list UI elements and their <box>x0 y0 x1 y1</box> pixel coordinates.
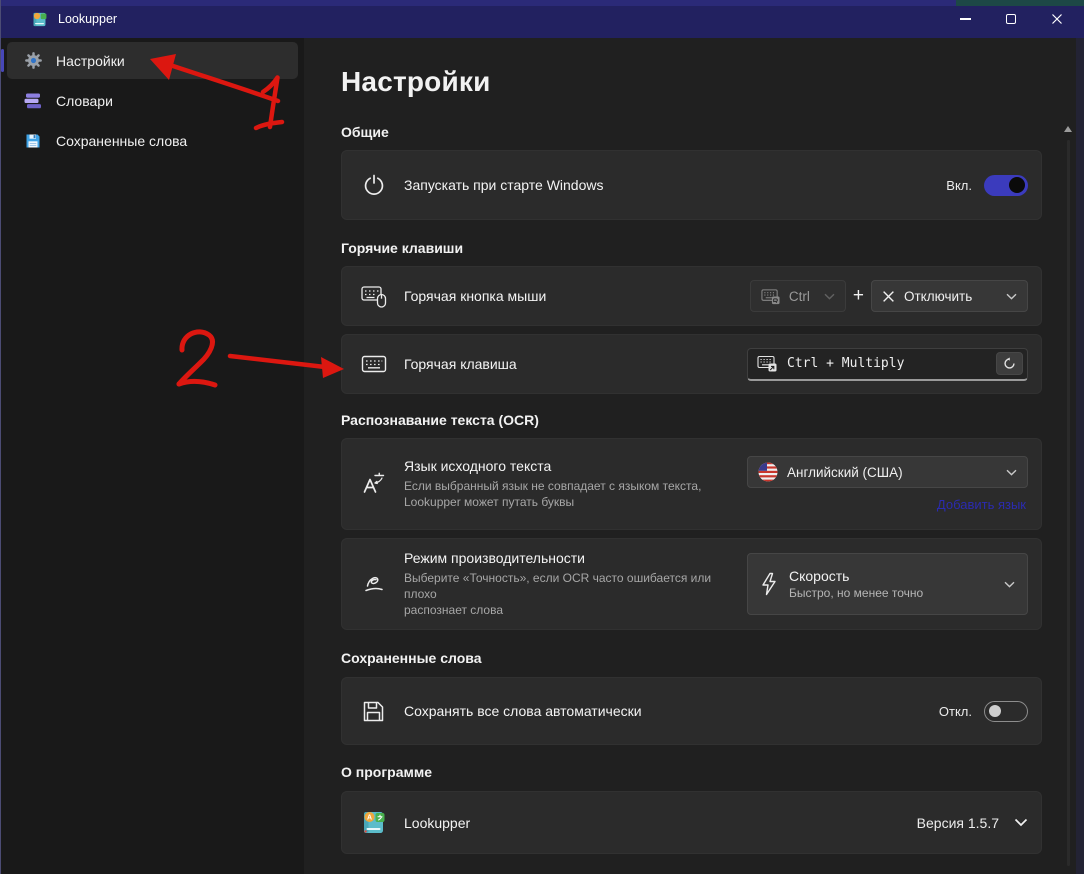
lightning-icon <box>760 572 778 596</box>
setting-label: Язык исходного текста <box>404 458 701 474</box>
background-strip <box>1 0 956 6</box>
performance-icon <box>360 572 387 596</box>
keyboard-input-icon <box>757 355 777 372</box>
sidebar: Настройки Словари <box>1 38 304 874</box>
x-icon <box>882 290 895 303</box>
background-strip-teal <box>956 0 1084 6</box>
sidebar-item-saved-words[interactable]: Сохраненные слова <box>7 122 298 159</box>
setting-label: Запускать при старте Windows <box>404 177 604 193</box>
section-hotkeys: Горячие клавиши <box>341 240 1042 256</box>
performance-value-description: Быстро, но менее точно <box>789 586 923 600</box>
selection-indicator <box>1 49 4 72</box>
scroll-up-arrow-icon[interactable] <box>1064 126 1072 132</box>
section-general: Общие <box>341 124 1042 140</box>
translate-icon <box>360 471 387 498</box>
toggle-state-label: Откл. <box>939 704 972 719</box>
startup-toggle[interactable] <box>984 175 1028 196</box>
hotkey-value: Ctrl + Multiply <box>787 356 904 371</box>
setting-startup: Запускать при старте Windows Вкл. <box>341 150 1042 220</box>
performance-value: Скорость <box>789 568 923 584</box>
us-flag-icon <box>758 462 778 482</box>
floppy-disk-icon <box>23 131 43 151</box>
setting-description: Если выбранный язык не совпадает с языко… <box>404 478 701 510</box>
performance-select[interactable]: Скорость Быстро, но менее точно <box>747 553 1028 615</box>
sidebar-item-settings[interactable]: Настройки <box>7 42 298 79</box>
window-right-edge <box>1076 38 1084 874</box>
toggle-knob <box>989 705 1001 717</box>
app-window: Lookupper <box>0 0 1084 874</box>
toggle-state-label: Вкл. <box>946 178 972 193</box>
setting-description: Выберите «Точность», если OCR часто ошиб… <box>404 570 747 618</box>
lookupper-app-icon: A <box>360 809 387 836</box>
add-language-link[interactable]: Добавить язык <box>937 497 1026 512</box>
chevron-down-icon <box>1006 469 1017 476</box>
setting-ocr-language: Язык исходного текста Если выбранный язы… <box>341 438 1042 530</box>
sidebar-item-label: Словари <box>56 93 113 109</box>
sidebar-item-label: Настройки <box>56 53 125 69</box>
ocr-language-value: Английский (США) <box>787 465 903 480</box>
close-icon <box>1051 13 1063 25</box>
gear-icon <box>23 51 43 71</box>
chevron-down-icon <box>1004 575 1015 593</box>
section-ocr: Распознавание текста (OCR) <box>341 412 1042 428</box>
section-saved-words: Сохраненные слова <box>341 650 1042 666</box>
hotkey-input[interactable]: Ctrl + Multiply <box>747 348 1028 381</box>
maximize-icon <box>1006 14 1016 24</box>
books-icon <box>23 91 43 111</box>
setting-label: Сохранять все слова автоматически <box>404 703 642 719</box>
section-about: О программе <box>341 764 1042 780</box>
reset-hotkey-button[interactable] <box>996 352 1023 375</box>
setting-label: Режим производительности <box>404 550 747 566</box>
save-icon <box>360 700 387 723</box>
svg-text:A: A <box>367 815 372 822</box>
keyboard-icon <box>360 354 387 374</box>
app-icon <box>31 11 48 28</box>
mouse-action-select[interactable]: Отключить <box>871 280 1028 312</box>
chevron-down-icon[interactable] <box>1014 818 1028 827</box>
version-label: Версия 1.5.7 <box>917 815 999 831</box>
mouse-action-value: Отключить <box>904 289 972 304</box>
sidebar-item-dictionaries[interactable]: Словари <box>7 82 298 119</box>
scrollbar-track[interactable] <box>1067 140 1070 866</box>
app-name: Lookupper <box>404 815 470 831</box>
modifier-select[interactable]: Ctrl <box>750 280 846 312</box>
sidebar-item-label: Сохраненные слова <box>56 133 187 149</box>
keyboard-mouse-icon <box>360 284 387 308</box>
settings-page: Настройки Общие Запускать при старте Win… <box>304 38 1084 874</box>
minimize-icon <box>960 18 971 19</box>
toggle-knob <box>1009 177 1025 193</box>
plus-sign: + <box>853 285 864 307</box>
setting-key-hotkey: Горячая клавиша Ctrl + Multiply <box>341 334 1042 394</box>
power-icon <box>360 173 387 197</box>
about-row[interactable]: A Lookupper Версия 1.5.7 <box>341 791 1042 854</box>
autosave-toggle[interactable] <box>984 701 1028 722</box>
setting-label: Горячая клавиша <box>404 356 517 372</box>
window-title: Lookupper <box>58 12 117 26</box>
chevron-down-icon <box>824 293 835 300</box>
page-title: Настройки <box>341 66 1042 100</box>
setting-label: Горячая кнопка мыши <box>404 288 546 304</box>
reset-icon <box>1003 357 1016 370</box>
setting-performance: Режим производительности Выберите «Точно… <box>341 538 1042 630</box>
ocr-language-select[interactable]: Английский (США) <box>747 456 1028 488</box>
chevron-down-icon <box>1006 293 1017 300</box>
keyboard-language-icon <box>761 288 780 305</box>
setting-autosave: Сохранять все слова автоматически Откл. <box>341 677 1042 745</box>
setting-mouse-hotkey: Горячая кнопка мыши Ctrl + <box>341 266 1042 326</box>
modifier-value: Ctrl <box>789 289 810 304</box>
